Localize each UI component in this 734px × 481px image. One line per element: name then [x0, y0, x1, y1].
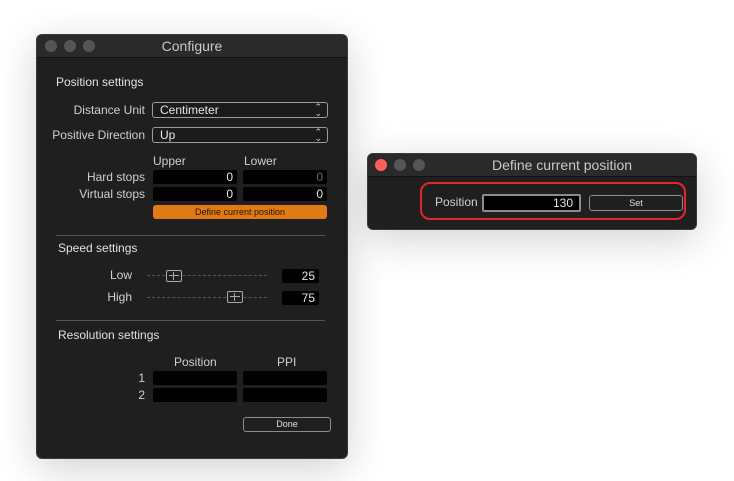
window-title: Configure	[161, 38, 223, 54]
define-current-position-button[interactable]: Define current position	[153, 205, 327, 219]
positive-direction-label: Positive Direction	[52, 128, 145, 142]
resolution-row-1-position-field[interactable]	[153, 371, 237, 385]
position-column-header: Position	[174, 355, 217, 369]
speed-low-slider-thumb[interactable]	[166, 270, 182, 282]
minimize-window-button[interactable]	[394, 159, 406, 171]
speed-high-slider-thumb[interactable]	[227, 291, 243, 303]
resolution-settings-heading: Resolution settings	[58, 328, 160, 342]
speed-low-field[interactable]: 25	[282, 269, 319, 283]
resolution-row-2-ppi-field[interactable]	[243, 388, 327, 402]
configure-titlebar: Configure	[37, 35, 347, 58]
virtual-stops-lower-field[interactable]: 0	[243, 187, 327, 201]
section-divider	[56, 320, 325, 321]
distance-unit-value: Centimeter	[160, 103, 219, 117]
resolution-row-1-label: 1	[138, 371, 145, 385]
define-position-window: Define current position Position 130 Set	[367, 153, 697, 230]
upper-column-header: Upper	[153, 154, 186, 168]
position-settings-heading: Position settings	[56, 75, 144, 89]
virtual-stops-label: Virtual stops	[79, 187, 145, 201]
define-titlebar: Define current position	[368, 154, 696, 177]
hard-stops-upper-field[interactable]: 0	[153, 170, 237, 184]
position-input[interactable]: 130	[482, 194, 581, 212]
window-title: Define current position	[491, 157, 633, 173]
virtual-stops-upper-field[interactable]: 0	[153, 187, 237, 201]
lower-column-header: Lower	[244, 154, 277, 168]
position-label: Position	[435, 195, 478, 209]
resolution-row-2-label: 2	[138, 388, 145, 402]
resolution-row-1-ppi-field[interactable]	[243, 371, 327, 385]
positive-direction-select[interactable]: Up ⌃ ⌄	[152, 127, 328, 143]
resolution-row-2-position-field[interactable]	[153, 388, 237, 402]
chevron-updown-icon: ⌃ ⌄	[314, 102, 322, 118]
close-window-button[interactable]	[375, 159, 387, 171]
hard-stops-label: Hard stops	[86, 170, 145, 184]
speed-high-label: High	[107, 290, 132, 304]
section-divider	[56, 235, 325, 236]
done-button[interactable]: Done	[243, 417, 331, 432]
distance-unit-label: Distance Unit	[73, 103, 145, 117]
set-button[interactable]: Set	[589, 195, 683, 211]
speed-settings-heading: Speed settings	[58, 241, 138, 255]
hard-stops-lower-field[interactable]: 0	[243, 170, 327, 184]
distance-unit-select[interactable]: Centimeter ⌃ ⌄	[152, 102, 328, 118]
speed-low-slider[interactable]	[147, 275, 267, 277]
ppi-column-header: PPI	[277, 355, 297, 369]
chevron-updown-icon: ⌃ ⌄	[314, 127, 322, 143]
speed-high-slider[interactable]	[147, 297, 267, 299]
speed-high-field[interactable]: 75	[282, 291, 319, 305]
speed-low-label: Low	[109, 268, 132, 282]
configure-window: Configure Position settings Distance Uni…	[36, 34, 348, 459]
zoom-window-button[interactable]	[413, 159, 425, 171]
positive-direction-value: Up	[160, 128, 176, 142]
